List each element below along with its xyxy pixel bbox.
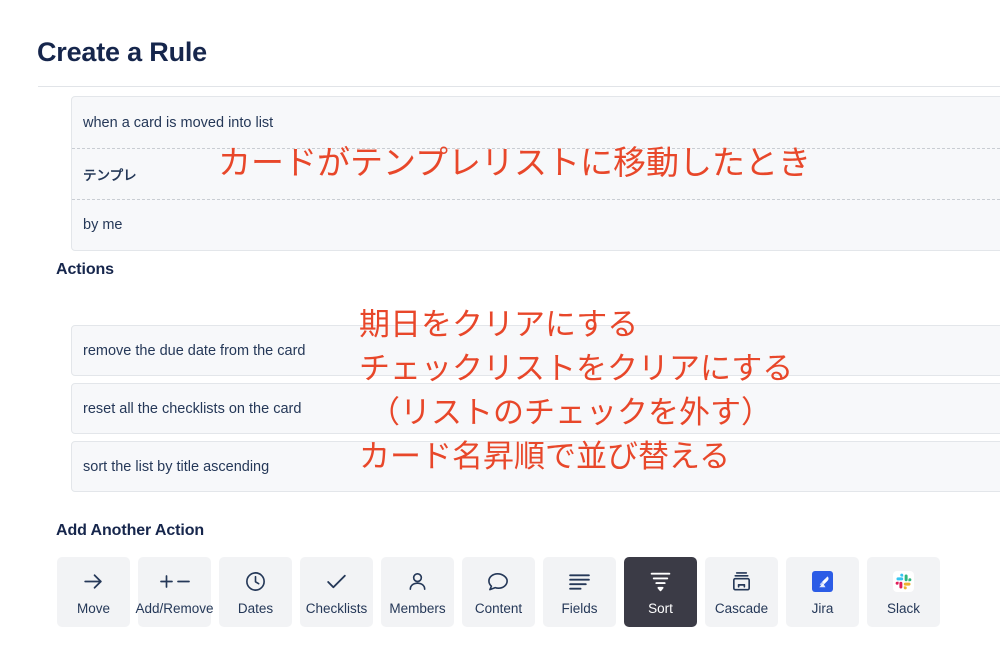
archive-box-icon	[730, 569, 753, 595]
action-type-button-move[interactable]: Move	[57, 557, 130, 627]
title-divider	[38, 86, 1000, 87]
action-type-label: Members	[389, 600, 446, 616]
trigger-row[interactable]: when a card is moved into list	[72, 97, 1000, 148]
trigger-row[interactable]: テンプレ	[72, 148, 1000, 199]
add-another-action-heading: Add Another Action	[56, 522, 205, 539]
actions-heading: Actions	[56, 261, 114, 278]
action-type-label: Add/Remove	[135, 600, 214, 616]
action-type-button-content[interactable]: Content	[462, 557, 535, 627]
action-type-label: Move	[76, 600, 110, 616]
arrow-right-icon	[81, 569, 106, 595]
jira-logo-icon	[812, 569, 833, 595]
action-type-button-sort[interactable]: Sort	[624, 557, 697, 627]
action-type-button-add-remove[interactable]: Add/Remove	[135, 557, 214, 627]
action-type-button-jira[interactable]: Jira	[786, 557, 859, 627]
clock-icon	[244, 569, 267, 595]
action-type-button-members[interactable]: Members	[381, 557, 454, 627]
check-icon	[324, 569, 349, 595]
action-type-button-dates[interactable]: Dates	[219, 557, 292, 627]
action-type-label: Content	[474, 600, 523, 616]
create-rule-page: Create a Rule when a card is moved into …	[0, 0, 1000, 653]
action-type-button-slack[interactable]: Slack	[867, 557, 940, 627]
action-type-label: Dates	[237, 600, 274, 616]
action-card[interactable]: remove the due date from the card	[71, 325, 1000, 376]
action-card[interactable]: reset all the checklists on the card	[71, 383, 1000, 434]
page-title: Create a Rule	[37, 37, 207, 67]
action-type-label: Checklists	[305, 600, 368, 616]
person-icon	[406, 569, 429, 595]
action-type-button-fields[interactable]: Fields	[543, 557, 616, 627]
slack-logo-icon	[893, 569, 914, 595]
action-type-button-cascade[interactable]: Cascade	[705, 557, 778, 627]
action-type-label: Sort	[648, 600, 673, 616]
lines-icon	[567, 569, 592, 595]
funnel-icon	[648, 569, 673, 595]
trigger-row[interactable]: by me	[72, 199, 1000, 250]
trigger-card[interactable]: when a card is moved into list テンプレ by m…	[71, 96, 1000, 251]
action-card[interactable]: sort the list by title ascending	[71, 441, 1000, 492]
action-type-label: Jira	[811, 600, 834, 616]
action-type-label: Cascade	[714, 600, 769, 616]
plus-minus-icon	[158, 569, 192, 595]
action-type-button-checklists[interactable]: Checklists	[300, 557, 373, 627]
action-type-label: Slack	[886, 600, 920, 616]
speech-bubble-icon	[486, 569, 511, 595]
action-type-label: Fields	[561, 600, 598, 616]
action-type-button-bar: Move Add/Remove Dates Checklists Members	[57, 557, 940, 627]
